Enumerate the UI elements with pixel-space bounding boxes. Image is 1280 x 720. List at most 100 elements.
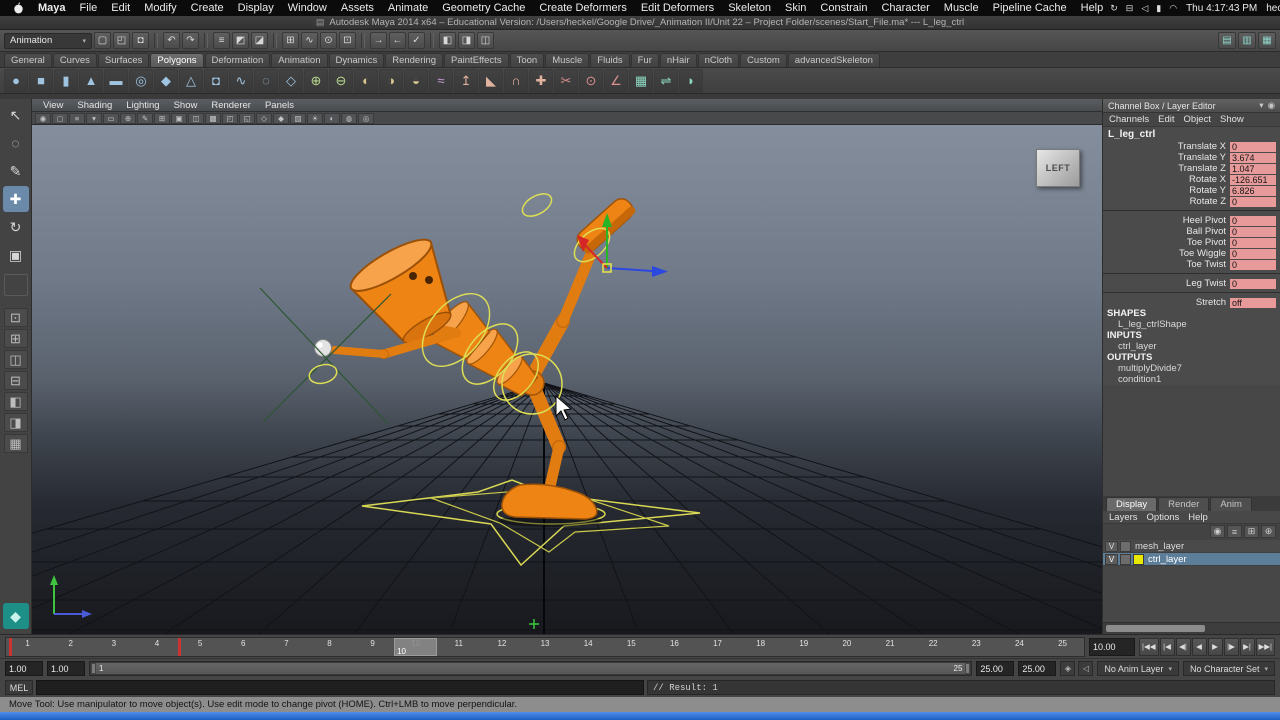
step-back-key-button[interactable]: ◀| <box>1176 638 1191 656</box>
channel-label[interactable]: Translate X <box>1178 141 1226 152</box>
shaded-icon[interactable]: ◆ <box>273 113 289 124</box>
shelf-tab[interactable]: Animation <box>271 53 327 67</box>
layer-visibility-toggle[interactable]: V <box>1105 541 1118 552</box>
input-connections-icon[interactable]: → <box>370 32 387 49</box>
grease-pencil-icon[interactable]: ✎ <box>137 113 153 124</box>
layer-type-box[interactable] <box>1120 541 1131 552</box>
boolean-difference-icon[interactable]: ◑ <box>379 69 403 93</box>
layer-editor-tab[interactable]: Render <box>1158 497 1209 511</box>
smooth-icon[interactable]: ≈ <box>429 69 453 93</box>
combine-icon[interactable]: ⊕ <box>304 69 328 93</box>
menubar-item[interactable]: Edit Deformers <box>634 2 721 14</box>
sort-layers-icon[interactable]: ≡ <box>1227 525 1242 538</box>
channel-box-toggle-icon[interactable]: ▦ <box>1258 32 1276 49</box>
shelf-tab[interactable]: Deformation <box>205 53 271 67</box>
channel-label[interactable]: Stretch <box>1196 297 1226 308</box>
snap-curve-icon[interactable]: ∿ <box>301 32 318 49</box>
shelf-tab[interactable]: Polygons <box>150 53 203 67</box>
channel-value-field[interactable]: 6.826 <box>1230 186 1276 196</box>
range-end-handle[interactable] <box>965 663 970 674</box>
wireframe-icon[interactable]: ◇ <box>256 113 272 124</box>
channel-box-tree-row[interactable]: multiplyDivide7 <box>1103 363 1280 374</box>
shelf-tab[interactable]: Fluids <box>590 53 629 67</box>
command-input[interactable] <box>36 680 644 695</box>
channel-value-field[interactable]: 0 <box>1230 197 1276 207</box>
poly-helix-icon[interactable]: ∿ <box>229 69 253 93</box>
layout-outliner-persp[interactable]: ◨ <box>4 413 28 432</box>
shelf-tab[interactable]: Muscle <box>545 53 589 67</box>
view-cube[interactable]: LEFT <box>1036 149 1080 187</box>
viewport-menu-item[interactable]: Lighting <box>119 100 166 111</box>
poly-sphere-icon[interactable]: ● <box>4 69 28 93</box>
channel-box-tree-row[interactable]: OUTPUTS <box>1103 352 1280 363</box>
divider[interactable] <box>204 33 208 48</box>
menubar-item[interactable]: Muscle <box>937 2 986 14</box>
step-forward-key-button[interactable]: |▶ <box>1224 638 1239 656</box>
append-polygon-icon[interactable]: ✚ <box>529 69 553 93</box>
poly-cylinder-icon[interactable]: ▮ <box>54 69 78 93</box>
layer-name[interactable]: mesh_layer <box>1133 541 1184 552</box>
shelf-tab[interactable]: General <box>4 53 52 67</box>
layer-visibility-toggle[interactable]: V <box>1105 554 1118 565</box>
layer-editor-tab[interactable]: Display <box>1106 497 1157 511</box>
command-language-toggle[interactable]: MEL <box>5 680 33 695</box>
viewport-menu-item[interactable]: Show <box>167 100 205 111</box>
channel-value-field[interactable]: 0 <box>1230 249 1276 259</box>
channel-label[interactable]: Toe Twist <box>1187 259 1226 270</box>
playback-start-field[interactable]: 1.00 <box>47 661 85 676</box>
shelf-tab[interactable]: Curves <box>53 53 97 67</box>
textured-icon[interactable]: ▨ <box>290 113 306 124</box>
layer-editor-menu-item[interactable]: Options <box>1147 512 1180 523</box>
sound-icon[interactable]: ◁ <box>1078 661 1093 676</box>
layer-editor-menu-item[interactable]: Help <box>1188 512 1208 523</box>
sculpt-icon[interactable]: ◗ <box>679 69 703 93</box>
channel-box-tree-row[interactable]: condition1 <box>1103 374 1280 385</box>
separate-icon[interactable]: ⊖ <box>329 69 353 93</box>
shelf-tab[interactable]: advancedSkeleton <box>788 53 880 67</box>
channel-label[interactable]: Toe Pivot <box>1187 237 1226 248</box>
scale-tool[interactable]: ▣ <box>3 242 29 268</box>
layer-row[interactable]: V ctrl_layer <box>1103 553 1280 566</box>
divider[interactable] <box>361 33 365 48</box>
mirror-geometry-icon[interactable]: ⇌ <box>654 69 678 93</box>
menubar-item[interactable]: Pipeline Cache <box>986 2 1074 14</box>
channel-box-menu-item[interactable]: Edit <box>1158 114 1174 125</box>
menubar-item[interactable]: Create Deformers <box>532 2 633 14</box>
channel-label[interactable]: Translate Y <box>1178 152 1226 163</box>
layer-editor-menu-item[interactable]: Layers <box>1109 512 1138 523</box>
2d-pan-zoom-icon[interactable]: ⊕ <box>120 113 136 124</box>
snap-point-icon[interactable]: ⊙ <box>320 32 337 49</box>
layer-row[interactable]: V mesh_layer <box>1103 540 1280 553</box>
rotate-tool[interactable]: ↻ <box>3 214 29 240</box>
layer-editor-scrollbar[interactable] <box>1103 622 1280 634</box>
channel-label[interactable]: Rotate X <box>1189 174 1226 185</box>
time-machine-icon[interactable]: ↻ <box>1110 3 1118 14</box>
video-progress-bar[interactable] <box>0 712 1280 720</box>
bookmark-icon[interactable]: ▾ <box>86 113 102 124</box>
menubar-item[interactable]: Window <box>281 2 334 14</box>
snap-grid-icon[interactable]: ⊞ <box>282 32 299 49</box>
bevel-icon[interactable]: ◣ <box>479 69 503 93</box>
channel-label[interactable]: Toe Wiggle <box>1179 248 1226 259</box>
lights-icon[interactable]: ☀ <box>307 113 323 124</box>
select-component-icon[interactable]: ◪ <box>251 32 268 49</box>
layout-single-pane[interactable]: ⊡ <box>4 308 28 327</box>
keyframe-tick[interactable] <box>178 638 181 656</box>
xray-icon[interactable]: ◍ <box>341 113 357 124</box>
channel-value-field[interactable]: 0 <box>1230 238 1276 248</box>
divider[interactable] <box>430 33 434 48</box>
shelf-tab[interactable]: Dynamics <box>329 53 385 67</box>
redo-icon[interactable]: ↷ <box>182 32 199 49</box>
step-back-frame-button[interactable]: |◀ <box>1160 638 1175 656</box>
select-tool[interactable]: ↖ <box>3 102 29 128</box>
channel-value-field[interactable]: 1.047 <box>1230 164 1276 174</box>
divider[interactable] <box>154 33 158 48</box>
open-scene-icon[interactable]: ◰ <box>113 32 130 49</box>
render-settings-icon[interactable]: ◫ <box>477 32 494 49</box>
menubar-clock[interactable]: Thu 4:17:43 PM <box>1186 3 1257 14</box>
playback-speed-icon[interactable]: ◈ <box>1060 661 1075 676</box>
ipr-render-icon[interactable]: ◨ <box>458 32 475 49</box>
move-tool[interactable]: ✚ <box>3 186 29 212</box>
render-icon[interactable]: ◧ <box>439 32 456 49</box>
channel-box-menu-item[interactable]: Channels <box>1109 114 1149 125</box>
